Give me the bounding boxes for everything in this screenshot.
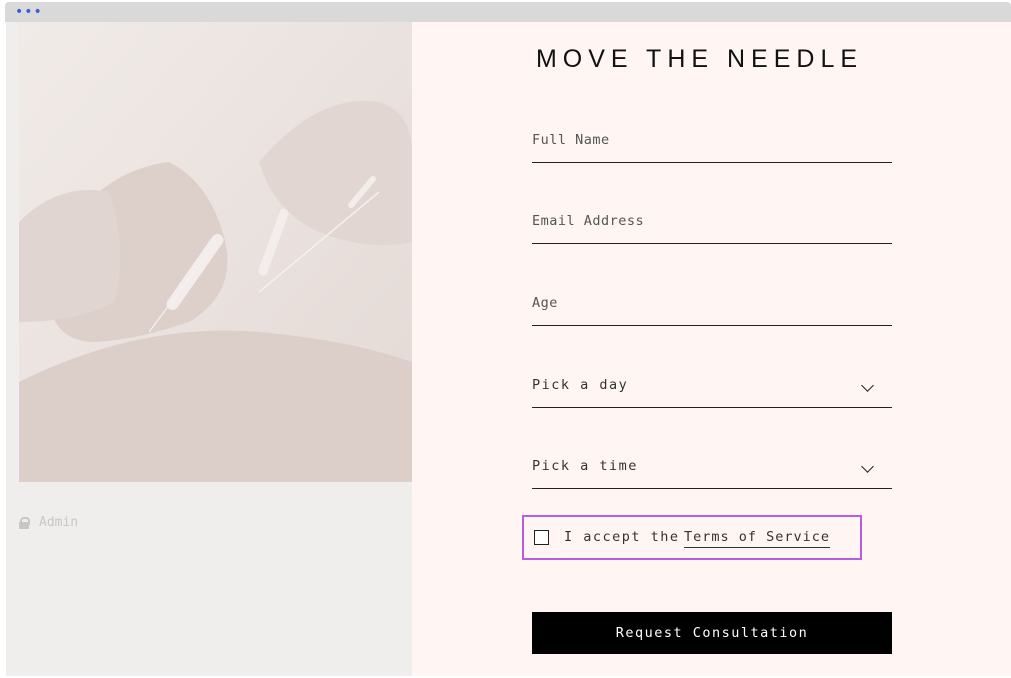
terms-of-service-link[interactable]: Terms of Service (684, 529, 831, 548)
full-name-field[interactable]: Full Name (532, 122, 892, 163)
terms-checkbox-group: I accept the Terms of Service (522, 515, 862, 560)
terms-checkbox[interactable] (534, 530, 549, 545)
acupuncture-image (19, 22, 412, 482)
time-select[interactable]: Pick a time (532, 448, 892, 489)
lock-icon (19, 516, 30, 529)
terms-label: I accept the (564, 529, 680, 545)
admin-link[interactable]: Admin (19, 515, 78, 530)
age-placeholder: Age (532, 295, 558, 311)
time-select-value: Pick a time (532, 458, 638, 474)
email-placeholder: Email Address (532, 213, 645, 229)
admin-label: Admin (39, 515, 79, 530)
form-title: MOVE THE NEEDLE (535, 45, 864, 73)
acupuncture-photo (19, 22, 412, 482)
chevron-down-icon (861, 460, 874, 473)
day-select[interactable]: Pick a day (532, 367, 892, 408)
full-name-placeholder: Full Name (532, 132, 610, 148)
chevron-down-icon (861, 379, 874, 392)
browser-top-bar: ••• (5, 2, 1011, 22)
email-field[interactable]: Email Address (532, 203, 892, 244)
form-panel (412, 22, 1011, 676)
request-consultation-button[interactable]: Request Consultation (532, 612, 892, 654)
menu-dots-icon[interactable]: ••• (15, 5, 43, 19)
age-field[interactable]: Age (532, 285, 892, 326)
day-select-value: Pick a day (532, 377, 629, 393)
